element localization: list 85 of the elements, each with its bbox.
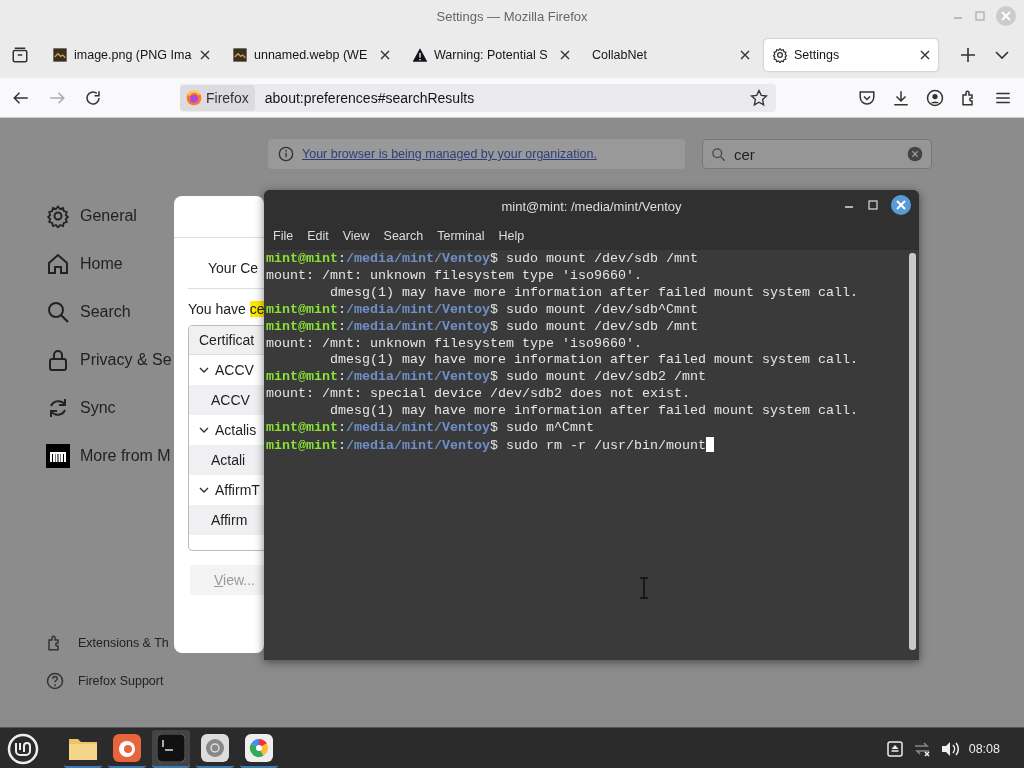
mint-menu-icon[interactable] — [7, 732, 39, 765]
menu-item[interactable]: Search — [376, 229, 431, 243]
browser-tab[interactable]: unnamed.webp (WE — [224, 39, 398, 71]
terminal-line: dmesg(1) may have more information after failed mount system call. — [329, 352, 858, 370]
eject-icon[interactable] — [886, 740, 903, 757]
pocket-icon[interactable] — [858, 88, 876, 107]
sidebar-item[interactable]: General — [46, 192, 174, 240]
download-icon[interactable] — [892, 88, 910, 107]
terminal-line: mint@mint:/media/mint/Ventoy$ sudo mount /dev/sdb2 /mnt — [266, 369, 706, 387]
warning-icon — [412, 47, 428, 63]
terminal-line: mount: /mnt: unknown filesystem type 'iso9660'. — [266, 335, 642, 353]
help-icon — [46, 672, 64, 690]
sidebar-link[interactable]: Extensions & Th — [46, 633, 174, 653]
logo-icon — [46, 444, 70, 468]
tree-row[interactable]: ACCV — [189, 385, 264, 415]
browser-tab[interactable]: CollabNet — [584, 39, 758, 71]
tree-group[interactable]: AffirmT — [189, 475, 264, 505]
menu-item[interactable]: Terminal — [430, 229, 492, 243]
tree-row[interactable]: Affirm — [189, 505, 264, 535]
lock-icon — [46, 348, 70, 372]
account-icon[interactable] — [926, 88, 944, 107]
new-tab-icon[interactable] — [960, 47, 976, 63]
dialog-text: You have ce — [188, 301, 264, 317]
sidebar-item[interactable]: Privacy & Se — [46, 336, 174, 384]
terminal-line: mint@mint:/media/mint/Ventoy$ sudo rm -r /usr/bin/mount — [266, 436, 714, 455]
sidebar-item[interactable]: Home — [46, 240, 174, 288]
color-wheel-icon — [245, 733, 273, 762]
sidebar-item[interactable]: Search — [46, 288, 174, 336]
clock[interactable]: 08:08 — [968, 741, 1000, 756]
search-field[interactable]: cer — [702, 139, 932, 169]
terminal-line: dmesg(1) may have more information after failed mount system call. — [329, 403, 858, 421]
dialog-tab[interactable]: Your Ce — [208, 260, 259, 276]
tree-row[interactable]: Actali — [189, 445, 264, 475]
house-icon — [46, 252, 70, 276]
gear-icon — [46, 204, 70, 228]
identity-chip[interactable]: Firefox — [180, 84, 255, 111]
chevron-down-icon — [199, 365, 209, 375]
tree-group[interactable]: Actalis — [189, 415, 264, 445]
terminal-line: mint@mint:/media/mint/Ventoy$ sudo m^Cmnt — [266, 420, 594, 437]
menu-item[interactable]: File — [266, 229, 301, 243]
window-title: mint@mint: /media/mint/Ventoy — [501, 198, 682, 214]
firefox-icon — [113, 733, 141, 762]
sidebar-link[interactable]: Firefox Support — [46, 671, 174, 691]
network-offline-icon[interactable] — [912, 740, 931, 757]
chevron-down-icon — [199, 425, 209, 435]
search-icon — [46, 300, 70, 324]
terminal-line: mount: /mnt: special device /dev/sdb2 does not exist. — [266, 386, 690, 404]
browser-tab[interactable]: Settings — [764, 39, 938, 71]
menu-item[interactable]: Help — [491, 229, 532, 243]
terminal-line: dmesg(1) may have more information after failed mount system call. — [329, 284, 858, 302]
browser-tab[interactable]: image.png (PNG Ima — [44, 39, 218, 71]
close-icon[interactable] — [920, 50, 930, 60]
menu-item[interactable]: View — [335, 229, 377, 243]
close-icon[interactable] — [560, 50, 570, 60]
close-icon[interactable] — [200, 50, 210, 60]
image-icon — [232, 47, 248, 63]
volume-icon[interactable] — [940, 740, 959, 757]
browser-tab[interactable]: Warning: Potential S — [404, 39, 578, 71]
reload-icon[interactable] — [84, 88, 102, 107]
info-icon — [278, 146, 294, 162]
tree-group[interactable]: ACCV — [189, 355, 264, 385]
address-bar[interactable]: Firefox about:preferences#searchResults — [180, 83, 776, 112]
bookmark-star-icon[interactable] — [750, 88, 768, 107]
terminal-icon — [157, 733, 185, 762]
close-icon[interactable] — [380, 50, 390, 60]
firefox-logo-icon — [186, 89, 202, 106]
close-icon[interactable] — [891, 195, 911, 215]
image-icon — [52, 47, 68, 63]
sidebar-item[interactable]: Sync — [46, 384, 174, 432]
text-cursor-icon — [638, 577, 650, 599]
terminal-line: mint@mint:/media/mint/Ventoy$ sudo mount /dev/sdb^Cmnt — [266, 301, 698, 319]
terminal-line: mint@mint:/media/mint/Ventoy$ sudo mount /dev/sdb /mnt — [266, 318, 698, 336]
terminal-line: mount: /mnt: unknown filesystem type 'iso9660'. — [266, 267, 642, 285]
gear-icon — [772, 47, 788, 63]
sidebar-item[interactable]: More from M — [46, 432, 174, 480]
column-header[interactable]: Certificat — [189, 326, 264, 355]
terminal-line: mint@mint:/media/mint/Ventoy$ sudo mount /dev/sdb /mnt — [266, 251, 698, 268]
chevron-down-icon — [199, 485, 209, 495]
search-icon — [711, 146, 726, 162]
tab-list-icon[interactable] — [11, 46, 29, 64]
menu-item[interactable]: Edit — [300, 229, 336, 243]
scrollbar[interactable] — [909, 253, 916, 650]
clear-icon[interactable] — [907, 146, 923, 162]
window-title: Settings — Mozilla Firefox — [436, 8, 588, 24]
close-icon[interactable] — [740, 50, 750, 60]
